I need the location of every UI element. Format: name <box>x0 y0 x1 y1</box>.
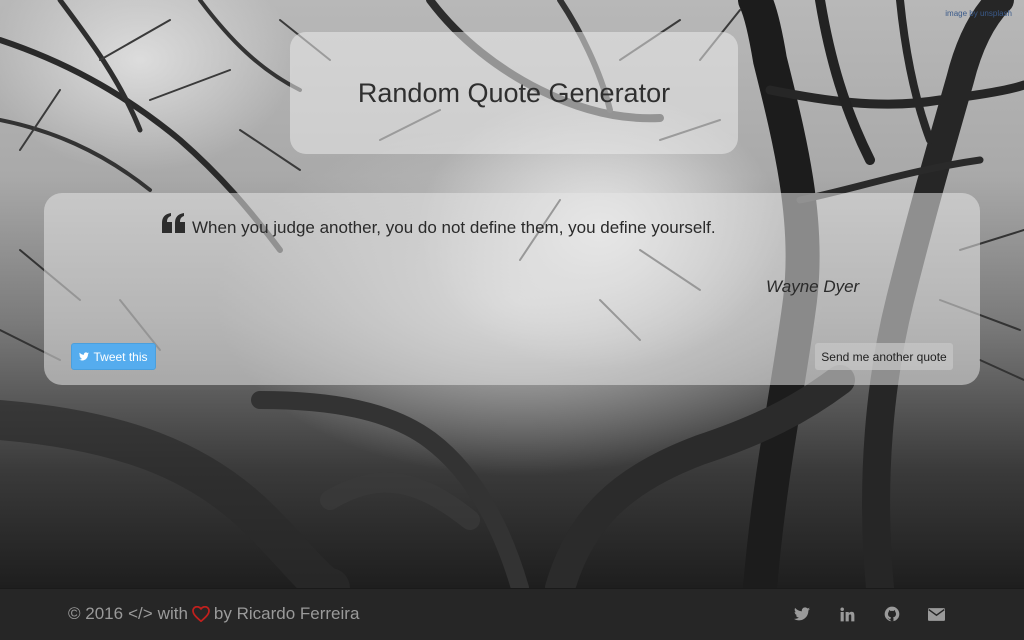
code-symbol: </> <box>128 604 153 623</box>
heart-icon <box>192 606 210 622</box>
github-icon[interactable] <box>883 605 901 623</box>
image-credit-link[interactable]: image by unsplash <box>945 9 1012 18</box>
quote-text: When you judge another, you do not defin… <box>192 218 716 237</box>
footer: © 2016 </> with by Ricardo Ferreira <box>0 588 1024 640</box>
quote-left-icon <box>162 213 185 233</box>
envelope-icon[interactable] <box>927 605 945 623</box>
new-quote-button-label: Send me another quote <box>821 349 947 364</box>
twitter-icon[interactable] <box>793 605 811 623</box>
tweet-button-label: Tweet this <box>93 349 148 364</box>
linkedin-icon[interactable] <box>838 605 856 623</box>
quote-author: Wayne Dyer <box>766 277 860 296</box>
author-credit: by Ricardo Ferreira <box>213 604 360 623</box>
with-text: with <box>157 604 188 623</box>
copyright-text: © 2016 <box>68 604 124 623</box>
twitter-icon <box>79 352 90 361</box>
new-quote-button[interactable]: Send me another quote <box>815 343 953 370</box>
tweet-button[interactable]: Tweet this <box>71 343 156 370</box>
footer-credits: © 2016 </> with by Ricardo Ferreira <box>68 604 359 624</box>
page-title: Random Quote Generator <box>357 77 671 108</box>
header-panel: Random Quote Generator <box>290 32 738 154</box>
quote-panel: When you judge another, you do not defin… <box>44 193 980 385</box>
